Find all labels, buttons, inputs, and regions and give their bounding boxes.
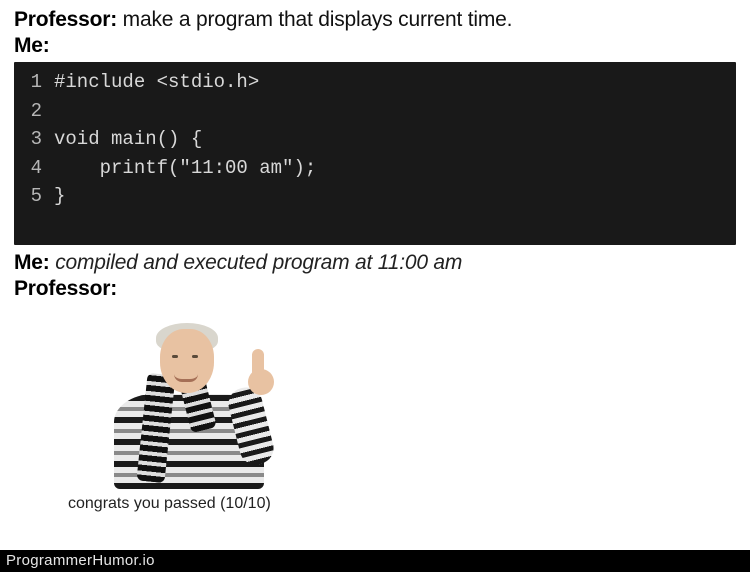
line-number: 4 [22,154,42,183]
line-number: 3 [22,125,42,154]
code-line: 1 #include <stdio.h> [22,68,728,97]
watermark-bar: ProgrammerHumor.io [0,550,750,572]
mouth-shape [174,374,198,382]
code-line: 3 void main() { [22,125,728,154]
code-text: } [54,182,65,211]
hide-the-pain-harold-image [114,319,264,489]
meme-content: Professor: make a program that displays … [0,0,750,513]
code-text: #include <stdio.h> [54,68,259,97]
code-block: 1 #include <stdio.h> 2 3 void main() { 4… [14,62,736,245]
watermark-text: ProgrammerHumor.io [6,552,155,569]
me-text-2: compiled and executed program at 11:00 a… [50,251,463,274]
line-number: 2 [22,97,42,126]
line-number: 1 [22,68,42,97]
speaker-label: Professor: [14,8,117,31]
professor-line-1: Professor: make a program that displays … [14,8,736,32]
professor-text-1: make a program that displays current tim… [117,8,512,31]
speaker-label: Me: [14,34,50,57]
code-line: 5 } [22,182,728,211]
code-line: 4 printf("11:00 am"); [22,154,728,183]
eye-shape [172,355,178,358]
me-line-2: Me: compiled and executed program at 11:… [14,251,736,275]
eye-shape [192,355,198,358]
professor-line-2: Professor: [14,277,736,301]
thumbs-up-icon [252,349,264,377]
reaction-image-wrap: congrats you passed (10/10) [94,319,284,513]
code-text: printf("11:00 am"); [54,154,316,183]
head-shape [160,329,214,393]
speaker-label: Professor: [14,277,117,300]
image-caption: congrats you passed (10/10) [68,495,284,513]
me-line-1: Me: [14,34,736,58]
code-line: 2 [22,97,728,126]
code-text: void main() { [54,125,202,154]
line-number: 5 [22,182,42,211]
speaker-label: Me: [14,251,50,274]
